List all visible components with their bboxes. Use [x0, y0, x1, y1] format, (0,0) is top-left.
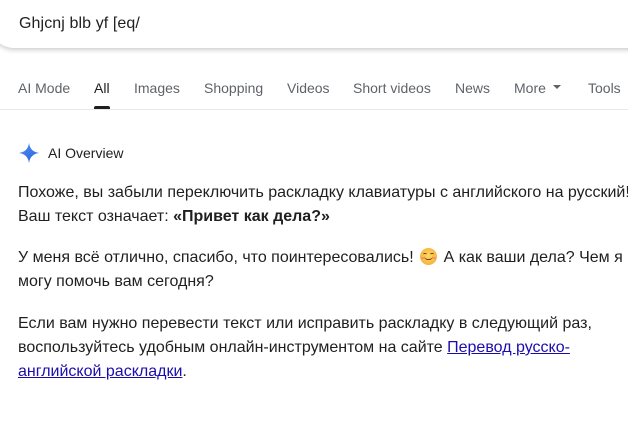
ai-overview-title: AI Overview — [48, 145, 124, 161]
tab-more[interactable]: More — [514, 80, 561, 96]
layout-converter-link-part1[interactable]: Перевод русско- — [447, 339, 570, 356]
search-results-page: Ghjcnj blb yf [eq/ AI Mode All Images Sh… — [0, 0, 628, 430]
ai-p1-line2: Ваш текст означает: «Привет как дела?» — [18, 205, 628, 229]
ai-p2-line2: могу помочь вам сегодня? — [18, 273, 214, 290]
ai-p1-line2-prefix: Ваш текст означает: — [18, 208, 174, 225]
ai-p3-line3-suffix: . — [182, 363, 187, 380]
tab-more-label: More — [514, 80, 546, 96]
ai-p2-line1-a: У меня всё отлично, спасибо, что поинтер… — [18, 249, 419, 266]
ai-p3-line1: Если вам нужно перевести текст или испра… — [18, 315, 592, 332]
tab-news[interactable]: News — [455, 80, 490, 96]
ai-p2-line1: У меня всё отлично, спасибо, что поинтер… — [18, 246, 628, 270]
ai-paragraph-2: У меня всё отлично, спасибо, что поинтер… — [18, 246, 628, 294]
ai-p3-line3: английской раскладки. — [18, 360, 628, 384]
search-input[interactable]: Ghjcnj blb yf [eq/ — [19, 15, 140, 33]
ai-p1-translation: «Привет как дела?» — [173, 208, 330, 225]
tab-shopping[interactable]: Shopping — [204, 80, 263, 96]
active-tab-indicator — [94, 106, 110, 109]
tab-images[interactable]: Images — [134, 80, 180, 96]
ai-p3-line2: воспользуйтесь удобным онлайн-инструмент… — [18, 336, 628, 360]
sparkle-icon — [18, 142, 40, 164]
tab-short-videos[interactable]: Short videos — [353, 80, 431, 96]
caret-down-icon — [552, 85, 561, 90]
tab-videos[interactable]: Videos — [287, 80, 330, 96]
ai-p3-line2-prefix: воспользуйтесь удобным онлайн-инструмент… — [18, 339, 448, 356]
tab-all[interactable]: All — [94, 80, 110, 96]
layout-converter-link-part2[interactable]: английской раскладки — [18, 363, 182, 380]
search-tabs: AI Mode All Images Shopping Videos Short… — [0, 68, 628, 110]
ai-p1-line1: Похоже, вы забыли переключить раскладку … — [18, 184, 628, 201]
smiling-face-icon — [420, 248, 438, 265]
ai-paragraph-3: Если вам нужно перевести текст или испра… — [18, 312, 628, 384]
tab-ai-mode[interactable]: AI Mode — [18, 80, 70, 96]
tab-tools[interactable]: Tools — [588, 80, 621, 96]
ai-paragraph-1: Похоже, вы забыли переключить раскладку … — [18, 181, 628, 229]
ai-p2-line1-b: А как ваши дела? Чем я — [439, 249, 623, 266]
search-box[interactable]: Ghjcnj blb yf [eq/ — [0, 0, 628, 48]
